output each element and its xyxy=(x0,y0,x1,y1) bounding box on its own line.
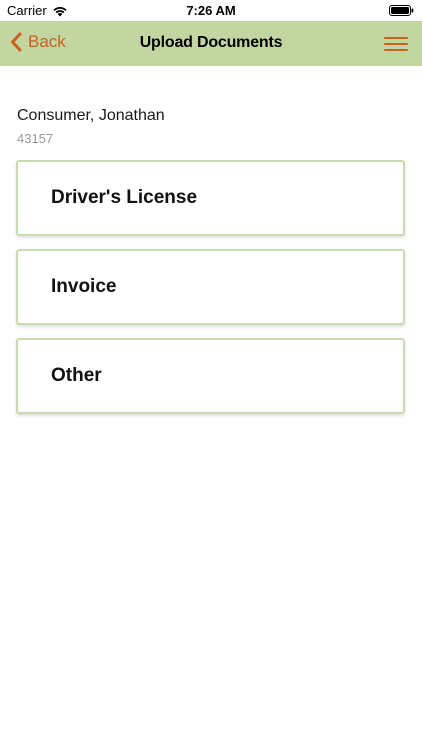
hamburger-line xyxy=(384,49,408,51)
document-option-label: Invoice xyxy=(51,276,117,297)
document-option-other[interactable]: Other xyxy=(16,338,405,414)
customer-id: 43157 xyxy=(17,131,54,146)
document-option-label: Driver's License xyxy=(51,187,198,208)
hamburger-line xyxy=(384,37,408,39)
navigation-bar: Back Upload Documents xyxy=(0,21,422,66)
status-bar: Carrier 7:26 AM xyxy=(0,0,422,21)
battery-icon xyxy=(389,5,414,16)
menu-button[interactable] xyxy=(384,35,408,53)
status-time: 7:26 AM xyxy=(186,3,236,18)
document-option-invoice[interactable]: Invoice xyxy=(16,249,405,325)
document-type-list: Driver's License Invoice Other xyxy=(16,160,406,427)
document-option-drivers-license[interactable]: Driver's License xyxy=(16,160,405,236)
customer-name: Consumer, Jonathan xyxy=(17,107,165,124)
page-title: Upload Documents xyxy=(139,34,283,51)
hamburger-line xyxy=(384,43,408,45)
document-option-label: Other xyxy=(51,365,102,386)
